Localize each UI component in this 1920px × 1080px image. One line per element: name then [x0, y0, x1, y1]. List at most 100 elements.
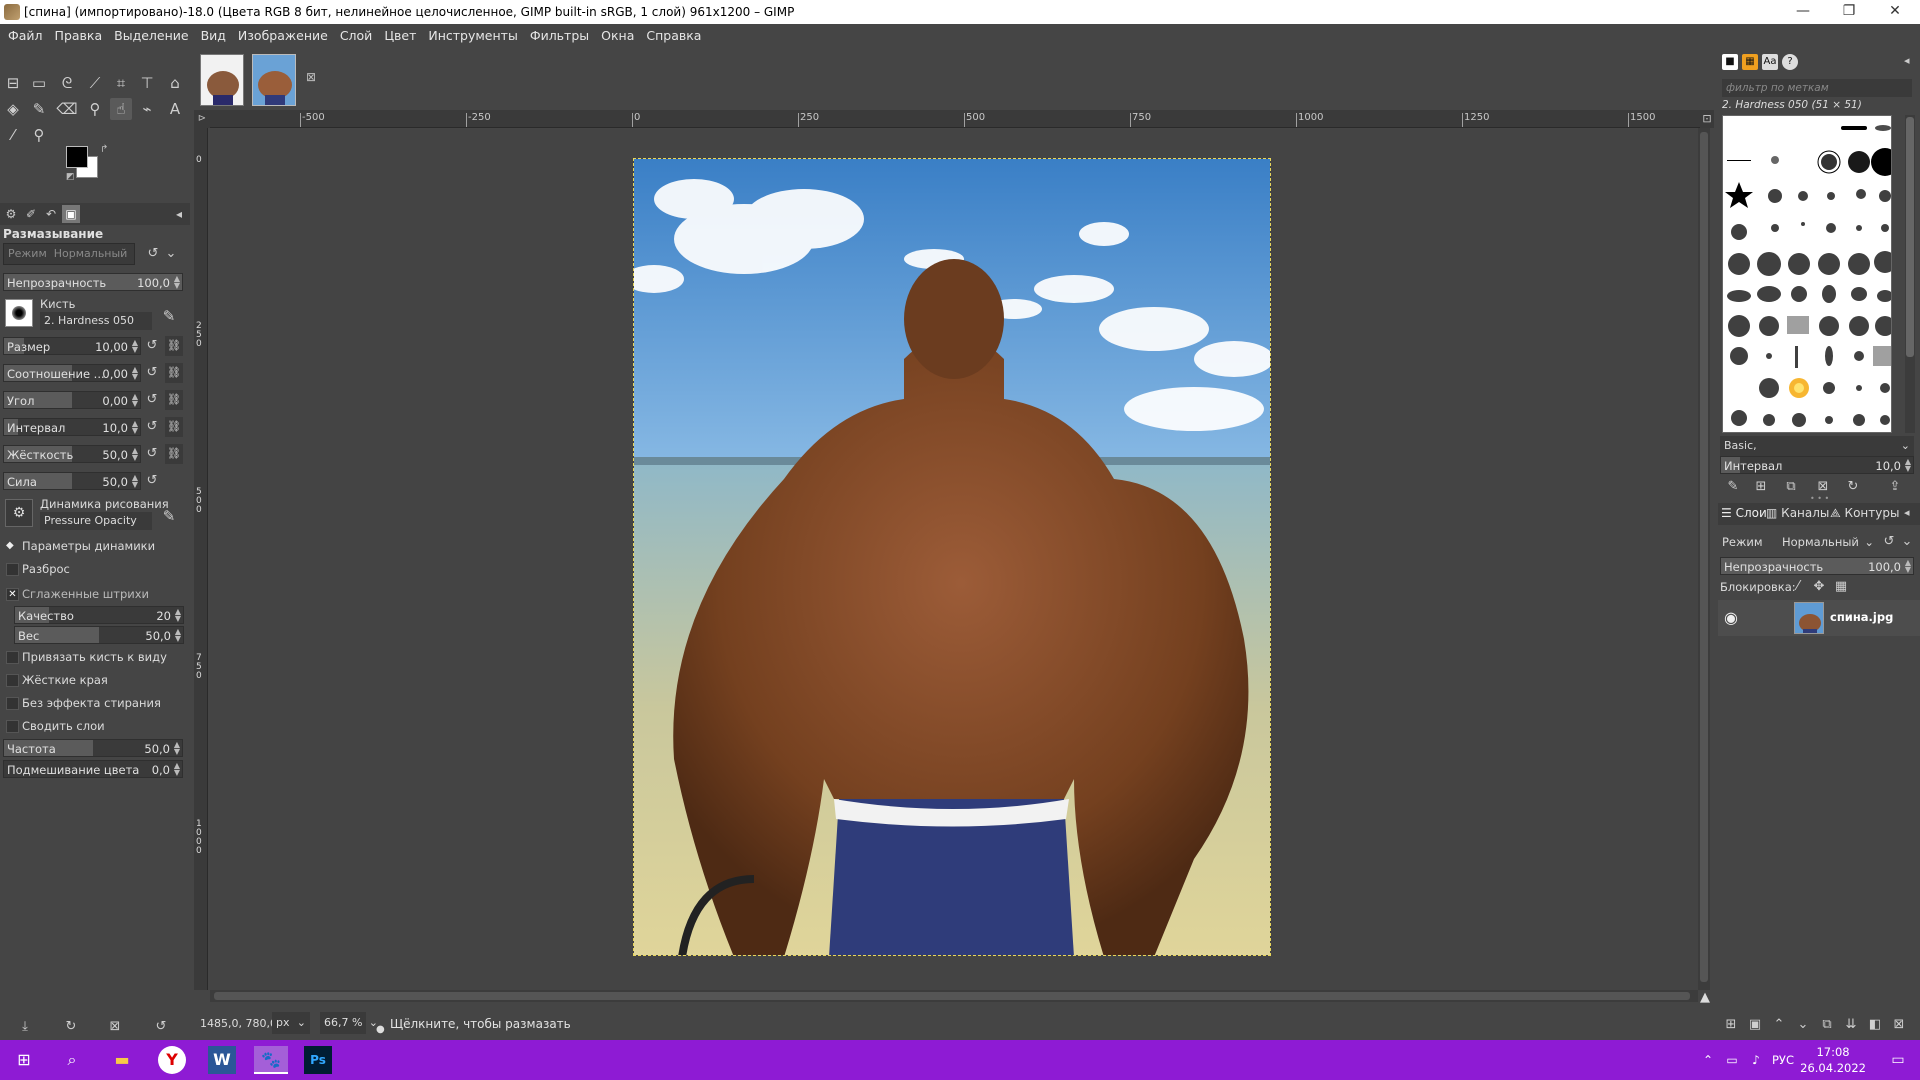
unified-transform-icon[interactable]: ⊤ [136, 72, 158, 94]
patterns-tab-icon[interactable]: ▦ [1742, 54, 1758, 70]
spacing-reset-icon[interactable]: ↺ [143, 418, 161, 436]
device-status-tab-icon[interactable]: ✐ [22, 205, 40, 223]
dock-menu-icon[interactable]: ◂ [1904, 54, 1910, 67]
lasso-icon[interactable]: ᘓ [56, 72, 78, 94]
size-slider[interactable]: Размер 10,00 ▲ ▼ [3, 337, 141, 355]
ratio-reset-icon[interactable]: ↺ [143, 364, 161, 382]
mode-chevron-icon[interactable]: ⌄ [162, 245, 180, 263]
duplicate-brush-icon[interactable]: ⧉ [1782, 478, 1800, 496]
yandex-browser-icon[interactable]: Y [158, 1046, 186, 1074]
menu-file[interactable]: Файл [2, 24, 49, 48]
input-language[interactable]: РУС [1772, 1053, 1794, 1067]
raise-layer-icon[interactable]: ⌃ [1770, 1016, 1788, 1034]
menu-filters[interactable]: Фильтры [524, 24, 595, 48]
opacity-slider[interactable]: Непрозрачность 100,0 ▲ ▼ [3, 273, 183, 291]
dynamics-field[interactable]: Pressure Opacity [40, 512, 152, 530]
merge-layer-icon[interactable]: ⇊ [1842, 1016, 1860, 1034]
edit-brush-icon[interactable]: ✎ [1724, 478, 1742, 496]
hardness-slider[interactable]: Жёсткость 50,0 ▲ ▼ [3, 445, 141, 463]
brush-preview[interactable] [5, 299, 33, 327]
brush-filter-input[interactable]: фильтр по меткам [1722, 79, 1912, 97]
images-tab-icon[interactable]: ▣ [62, 205, 80, 223]
clone-icon[interactable]: ⚲ [84, 98, 106, 120]
bucket-fill-icon[interactable]: ◈ [2, 98, 24, 120]
restore-options-icon[interactable]: ↻ [62, 1018, 80, 1036]
quality-slider[interactable]: Качество 20 ▲ ▼ [14, 606, 184, 624]
color-picker-icon[interactable]: ⁄ [2, 124, 24, 146]
menu-view[interactable]: Вид [195, 24, 232, 48]
quick-mask-corner-icon[interactable]: ⊳ [194, 110, 210, 128]
angle-reset-icon[interactable]: ↺ [143, 391, 161, 409]
brushes-tab-icon[interactable]: ■ [1722, 54, 1738, 70]
word-icon[interactable]: W [208, 1046, 236, 1074]
menu-windows[interactable]: Окна [595, 24, 640, 48]
menu-layer[interactable]: Слой [334, 24, 379, 48]
default-colors-icon[interactable]: ◩ [66, 172, 75, 182]
foreground-color-swatch[interactable] [66, 146, 88, 168]
save-options-icon[interactable]: ⤓ [16, 1018, 34, 1036]
mode-combo[interactable]: Режим Нормальный ⌄ [3, 243, 135, 280]
color-blend-slider[interactable]: Подмешивание цвета 0,0 ▲ ▼ [3, 760, 183, 778]
brush-name-field[interactable]: 2. Hardness 050 [40, 312, 152, 330]
image-tab-1[interactable] [200, 54, 244, 106]
eraser-icon[interactable]: ⌫ [56, 98, 78, 120]
delete-options-icon[interactable]: ⊠ [106, 1018, 124, 1036]
layer-mode-chevron-icon[interactable]: ⌄ [1898, 533, 1916, 551]
lock-position-icon[interactable]: ✥ [1810, 578, 1828, 596]
hard-edges-checkbox[interactable] [6, 674, 19, 687]
layer-mode-combo[interactable]: Режим Нормальный ⌄ [1722, 532, 1878, 552]
rate-slider[interactable]: Частота 50,0 ▲ ▼ [3, 739, 183, 757]
spacing-slider[interactable]: Интервал 10,0 ▲ ▼ [3, 418, 141, 436]
fonts-tab-icon[interactable]: Aa [1762, 54, 1778, 70]
no-erase-checkbox[interactable] [6, 697, 19, 710]
file-explorer-icon[interactable]: ▬ [108, 1046, 136, 1074]
restore-button[interactable]: ❐ [1826, 0, 1872, 24]
edit-dynamics-icon[interactable]: ✎ [160, 507, 178, 525]
menu-select[interactable]: Выделение [108, 24, 194, 48]
weight-slider[interactable]: Вес 50,0 ▲ ▼ [14, 626, 184, 644]
size-reset-icon[interactable]: ↺ [143, 337, 161, 355]
paths-icon[interactable]: ⌁ [136, 98, 158, 120]
layer-opacity-slider[interactable]: Непрозрачность 100,0 ▲ ▼ [1720, 557, 1914, 575]
menu-color[interactable]: Цвет [378, 24, 422, 48]
edit-brush-icon[interactable]: ✎ [160, 307, 178, 325]
zoom-select[interactable]: 66,7 % ⌄ [320, 1012, 378, 1034]
gimp-taskbar-icon[interactable]: 🐾 [254, 1046, 288, 1074]
reset-options-icon[interactable]: ↺ [152, 1018, 170, 1036]
spacing-link-icon[interactable]: ⛓ [165, 417, 183, 437]
windows-start-icon[interactable]: ⊞ [10, 1046, 38, 1074]
ratio-link-icon[interactable]: ⛓ [165, 363, 183, 383]
vertical-scroll-thumb[interactable] [1700, 132, 1708, 982]
scatter-checkbox[interactable] [6, 563, 19, 576]
expander-icon[interactable]: ◆ [6, 540, 14, 551]
paintbrush-icon[interactable]: ✎ [28, 98, 50, 120]
warp-icon[interactable]: ⌂ [164, 72, 186, 94]
align-tool-icon[interactable]: ⊟ [2, 72, 24, 94]
hardness-link-icon[interactable]: ⛓ [165, 444, 183, 464]
close-tab-icon[interactable]: ⊠ [306, 70, 316, 84]
horizontal-scroll-thumb[interactable] [214, 992, 1690, 1000]
lock-pixels-icon[interactable]: ⁄ [1789, 578, 1807, 596]
paths-tab[interactable]: ⟁ Контуры [1830, 506, 1899, 521]
zoom-corner-icon[interactable]: ⊡ [1700, 110, 1714, 128]
lock-brush-checkbox[interactable] [6, 651, 19, 664]
tool-options-tab-icon[interactable]: ⚙ [2, 205, 20, 223]
notifications-icon[interactable]: ▭ [1884, 1046, 1912, 1074]
image-tab-2[interactable] [252, 54, 296, 106]
dynamics-params-expander[interactable]: Параметры динамики [22, 539, 155, 553]
mode-reset-icon[interactable]: ↺ [144, 245, 162, 263]
help-tab-icon[interactable]: ? [1782, 54, 1798, 70]
ratio-slider[interactable]: Соотношение ... 0,00 ▲ ▼ [3, 364, 141, 382]
brush-scrollbar[interactable] [1905, 115, 1915, 433]
force-reset-icon[interactable]: ↺ [143, 472, 161, 490]
lower-layer-icon[interactable]: ⌄ [1794, 1016, 1812, 1034]
brush-preset-combo[interactable]: Basic, ⌄ [1720, 436, 1914, 456]
zoom-icon[interactable]: ⚲ [28, 124, 50, 146]
size-link-icon[interactable]: ⛓ [165, 336, 183, 356]
layers-menu-icon[interactable]: ◂ [1904, 506, 1910, 519]
refresh-brushes-icon[interactable]: ↻ [1844, 478, 1862, 496]
angle-slider[interactable]: Угол 0,00 ▲ ▼ [3, 391, 141, 409]
menu-edit[interactable]: Правка [49, 24, 109, 48]
text-tool-icon[interactable]: A [164, 98, 186, 120]
minimize-button[interactable]: — [1780, 0, 1826, 24]
